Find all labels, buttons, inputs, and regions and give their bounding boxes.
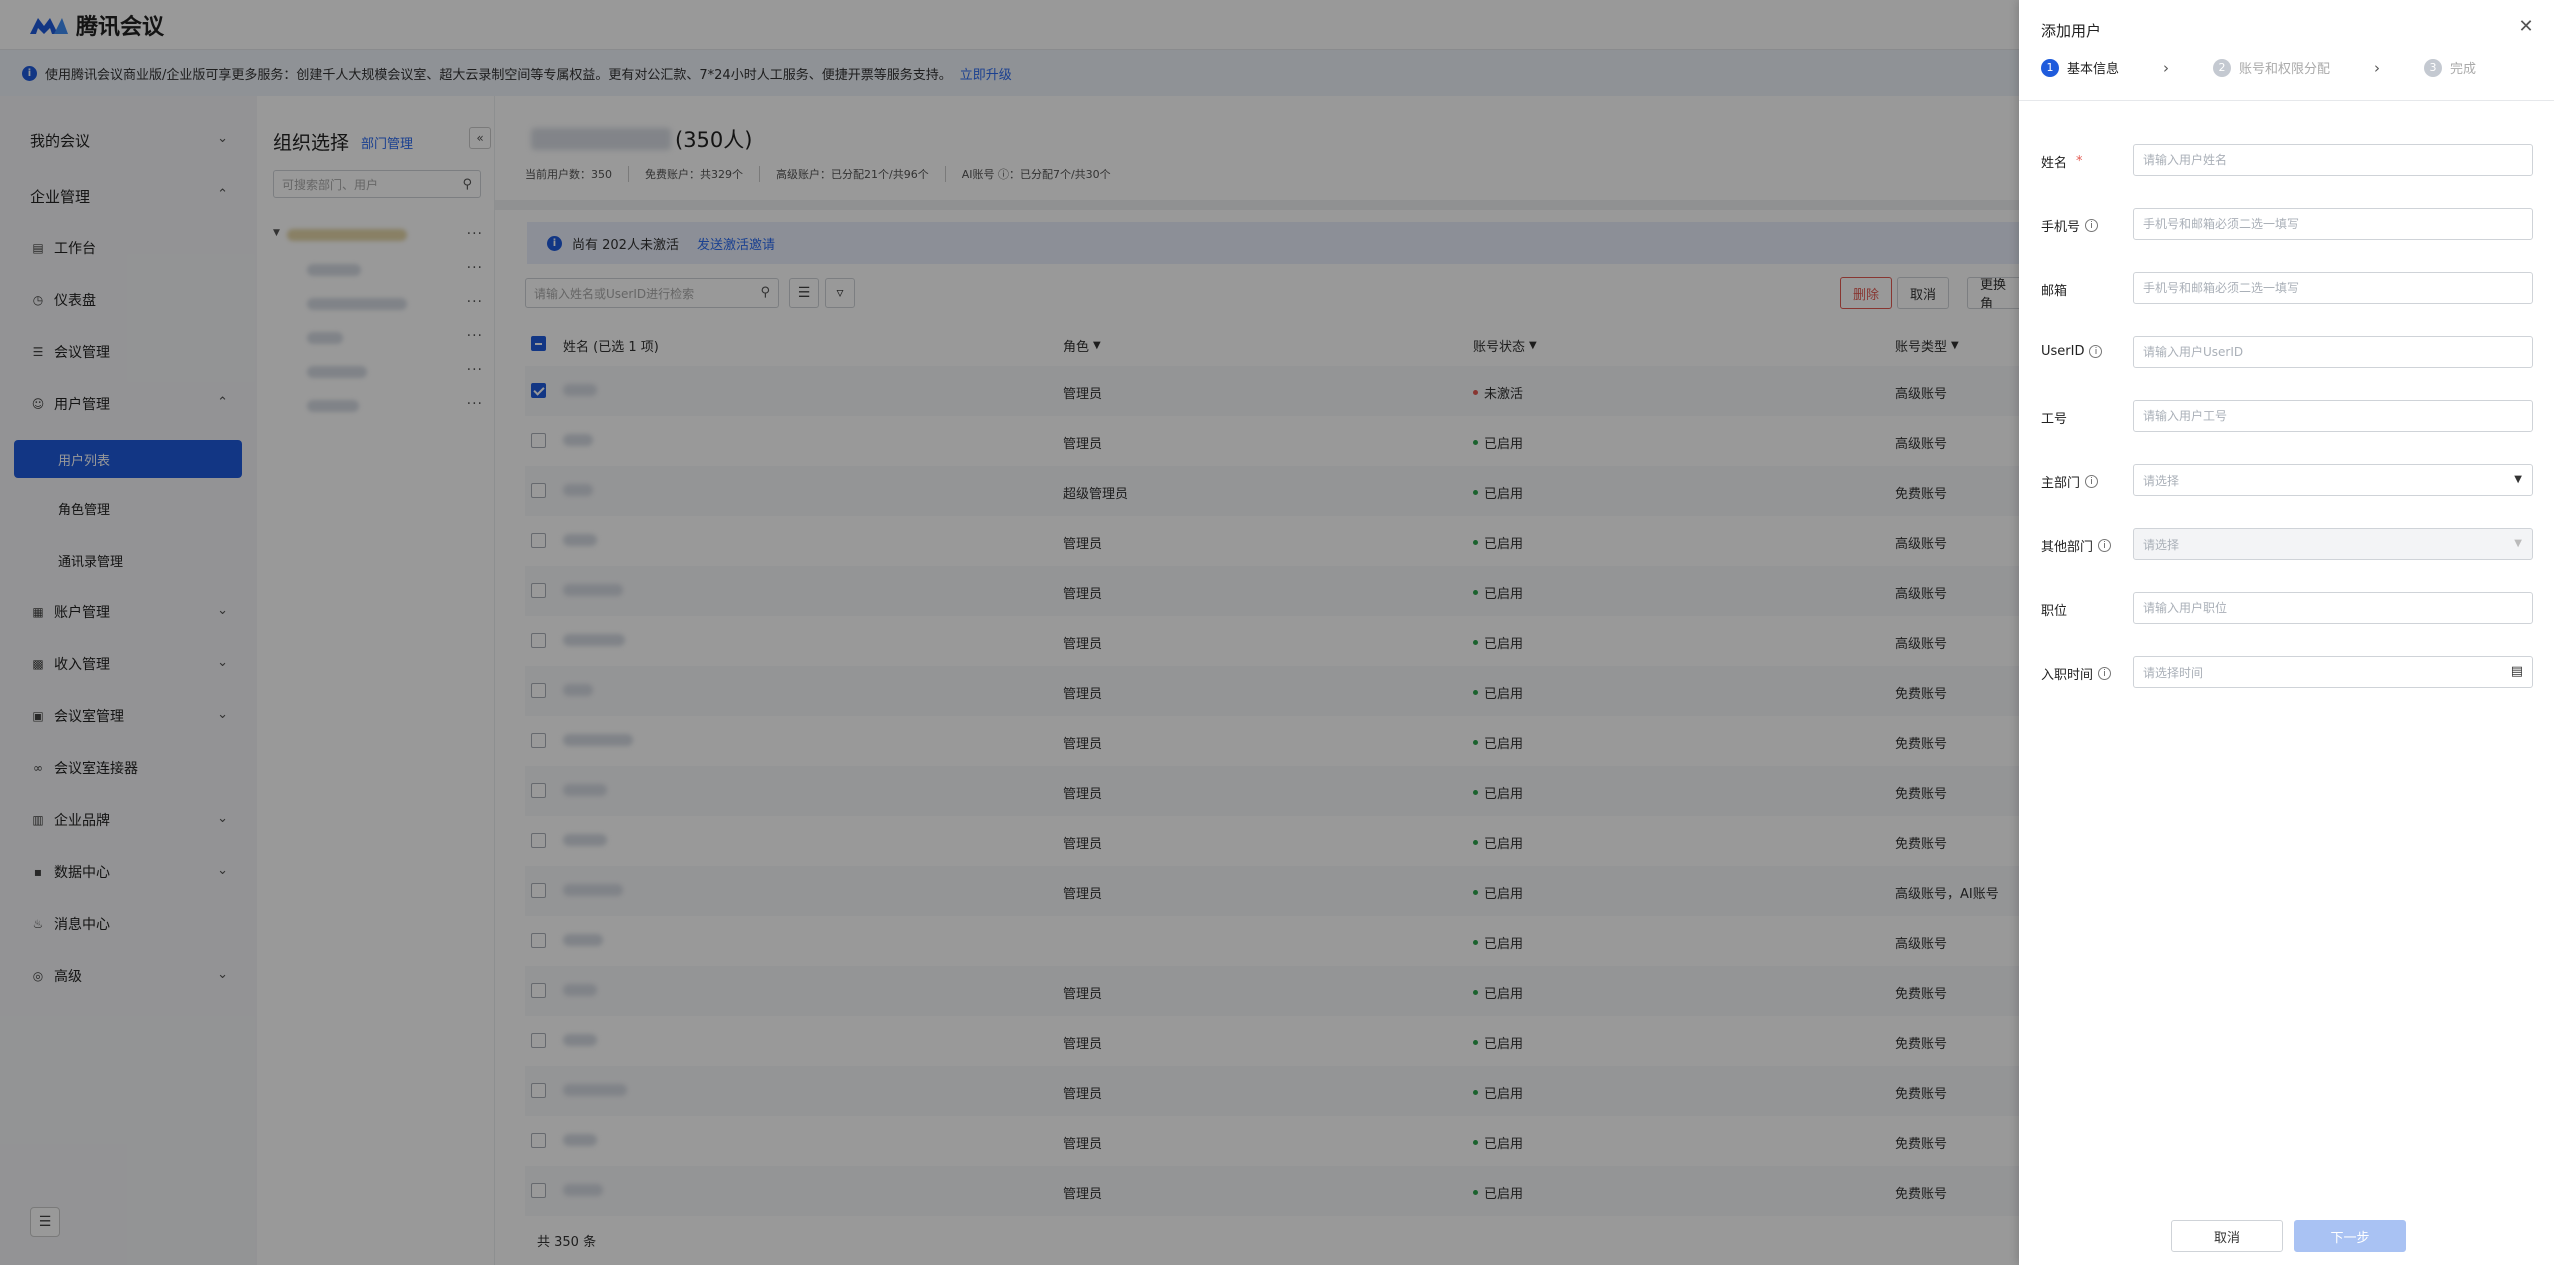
add-user-drawer: 添加用户 ✕ 1 基本信息 › 2 账号和权限分配 › 3 完成 姓名 * 手机号 i… <box>2019 0 2554 1265</box>
form-row: 入职时间 i 请选择时间 ▤ <box>2041 656 2533 688</box>
modal-overlay[interactable] <box>0 0 2019 1265</box>
step-number: 2 <box>2213 58 2232 77</box>
step-number: 3 <box>2424 58 2443 77</box>
help-icon[interactable]: i <box>2085 475 2099 488</box>
step-basic-info: 1 基本信息 <box>2041 58 2119 77</box>
divider <box>2019 100 2554 101</box>
field-label-text: 姓名 <box>2041 156 2068 171</box>
cancel-button[interactable]: 取消 <box>2171 1220 2283 1252</box>
field-label-text: 其他部门 <box>2041 540 2094 555</box>
step-label: 完成 <box>2450 62 2477 77</box>
help-icon[interactable]: i <box>2089 345 2103 358</box>
field-label: 姓名 * <box>2041 152 2083 171</box>
field-input[interactable] <box>2133 208 2533 240</box>
form-row: 职位 <box>2041 592 2533 624</box>
field-label: 主部门 i <box>2041 472 2099 491</box>
form-row: 工号 <box>2041 400 2533 432</box>
form-row: 邮箱 <box>2041 272 2533 304</box>
form-row: 手机号 i <box>2041 208 2533 240</box>
date-placeholder: 请选择时间 <box>2143 665 2204 680</box>
close-icon[interactable]: ✕ <box>2516 16 2536 37</box>
field-label-text: 入职时间 <box>2041 668 2094 683</box>
department-select[interactable]: 请选择 ▼ <box>2133 464 2533 496</box>
field-input[interactable] <box>2133 144 2533 176</box>
field-label: 邮箱 <box>2041 280 2067 299</box>
form-row: 主部门 i 请选择 ▼ <box>2041 464 2533 496</box>
field-label: UserID i <box>2041 344 2103 359</box>
step-complete: 3 完成 <box>2424 58 2476 77</box>
field-input[interactable] <box>2133 400 2533 432</box>
step-number: 1 <box>2041 58 2059 77</box>
help-icon[interactable]: i <box>2098 667 2112 680</box>
field-label-text: UserID <box>2041 344 2085 359</box>
other-department-select: 请选择 ▼ <box>2133 528 2533 560</box>
calendar-icon: ▤ <box>2510 664 2523 679</box>
next-step-button[interactable]: 下一步 <box>2294 1220 2406 1252</box>
field-input[interactable] <box>2133 336 2533 368</box>
form-row: 其他部门 i 请选择 ▼ <box>2041 528 2533 560</box>
help-icon[interactable]: i <box>2098 539 2112 552</box>
step-label: 基本信息 <box>2067 62 2120 77</box>
field-label: 其他部门 i <box>2041 536 2112 555</box>
field-input[interactable] <box>2133 272 2533 304</box>
form-row: UserID i <box>2041 336 2533 368</box>
form-row: 姓名 * <box>2041 144 2533 176</box>
field-label-text: 主部门 <box>2041 476 2081 491</box>
caret-down-icon: ▼ <box>2514 538 2522 549</box>
chevron-right-icon: › <box>2163 58 2170 77</box>
field-input[interactable] <box>2133 592 2533 624</box>
field-label-text: 手机号 <box>2041 220 2081 235</box>
drawer-title: 添加用户 <box>2041 22 2102 40</box>
select-placeholder: 请选择 <box>2143 473 2180 488</box>
field-label-text: 职位 <box>2041 604 2068 619</box>
required-asterisk: * <box>2076 154 2083 169</box>
field-label: 职位 <box>2041 600 2067 619</box>
field-label-text: 邮箱 <box>2041 284 2068 299</box>
field-label: 入职时间 i <box>2041 664 2112 683</box>
field-label: 手机号 i <box>2041 216 2099 235</box>
select-placeholder: 请选择 <box>2143 537 2180 552</box>
date-picker[interactable]: 请选择时间 ▤ <box>2133 656 2533 688</box>
step-account-permissions: 2 账号和权限分配 <box>2213 58 2330 77</box>
field-label: 工号 <box>2041 408 2067 427</box>
help-icon[interactable]: i <box>2085 219 2099 232</box>
step-label: 账号和权限分配 <box>2239 62 2331 77</box>
stepper: 1 基本信息 › 2 账号和权限分配 › 3 完成 <box>2041 58 2476 77</box>
chevron-right-icon: › <box>2374 58 2381 77</box>
caret-down-icon: ▼ <box>2514 474 2522 485</box>
field-label-text: 工号 <box>2041 412 2068 427</box>
